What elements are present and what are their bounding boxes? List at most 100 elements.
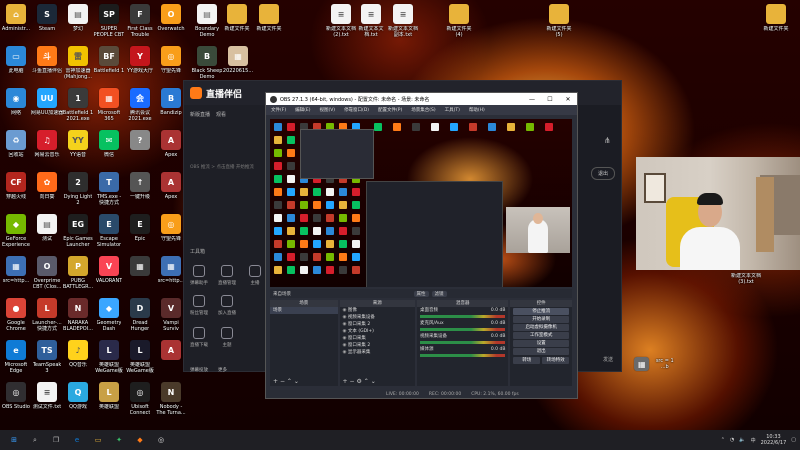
up-icon[interactable]: ⌃ [364, 378, 369, 385]
notification-icon[interactable]: ▢ [791, 437, 796, 443]
volume-icon[interactable]: 🔈 [739, 437, 745, 443]
network-tray-icon[interactable]: ◔ [730, 437, 734, 443]
preview-icon [274, 123, 282, 131]
minimize-icon[interactable]: — [523, 96, 541, 103]
netease-music-icon: ♫ [37, 130, 57, 150]
properties-button[interactable]: 属性 [413, 290, 429, 297]
ime-icon[interactable]: 中 [751, 437, 756, 444]
volume-meter[interactable] [420, 354, 506, 357]
filters-button[interactable]: 滤镜 [431, 290, 447, 297]
transition-button[interactable]: 转场 [513, 357, 541, 364]
tool-theme[interactable]: 主题 [214, 327, 240, 348]
boundary-demo-icon: ▤ [197, 4, 217, 24]
obs-window[interactable]: OBS 27.1.3 (64-bit, windows) - 配置文件: 未命名… [265, 92, 578, 399]
desktop-icon[interactable]: 新建文件夹 [250, 2, 288, 48]
source-item[interactable]: ◉ 显示器采集 [340, 349, 415, 356]
control-button[interactable]: 启动虚拟摄像机 [513, 324, 569, 331]
battlefield-icon: 1 [68, 88, 88, 108]
scenes-dock[interactable]: 场景 场景 + − ⌃ ⌄ [270, 300, 338, 386]
search-icon[interactable]: ⌕ [28, 433, 42, 447]
add-icon[interactable]: + [273, 378, 278, 385]
tab-watch[interactable]: 观看 [216, 111, 226, 118]
desktop-icon[interactable]: 新建文件夹 (5) [540, 2, 578, 48]
control-button[interactable]: 工作室模式 [513, 332, 569, 339]
preview-icon [274, 266, 282, 274]
volume-meter[interactable] [420, 328, 506, 331]
share-icon[interactable]: ⋔ [604, 136, 613, 145]
source-item[interactable]: ◉ 窗口采集 2 [340, 342, 415, 349]
down-icon[interactable]: ⌄ [294, 378, 299, 385]
start-icon[interactable]: ⊞ [7, 433, 21, 447]
tool-danmaku[interactable]: 弹幕助手 [186, 265, 212, 286]
obs-menu-item[interactable]: 场景集合(S) [411, 107, 435, 113]
file-explorer-icon[interactable]: ▭ [91, 433, 105, 447]
edge-icon[interactable]: e [70, 433, 84, 447]
obs-menu-item[interactable]: 帮助(H) [469, 107, 485, 113]
desktop-icon[interactable]: ▦ src = 1 ...b [634, 340, 678, 386]
down-icon[interactable]: ⌄ [371, 378, 376, 385]
control-button[interactable]: 退出 [513, 348, 569, 355]
obs-menu-item[interactable]: 配置文件(P) [378, 107, 402, 113]
add-icon[interactable]: + [343, 378, 348, 385]
source-item[interactable]: ◉ 视频采集设备 [340, 314, 415, 321]
chevron-up-icon[interactable]: ⌃ [721, 437, 725, 443]
preview-icon [393, 123, 401, 131]
remove-icon[interactable]: − [280, 378, 285, 385]
source-item[interactable]: ◉ 文本 (GDI+) [340, 328, 415, 335]
desktop-icon[interactable]: 新建文件夹 (4) [440, 2, 478, 48]
gear-icon[interactable]: ⚙ [356, 378, 361, 385]
sources-list: ◉ 图像 ◉ 视频采集设备 ◉ 窗口采集 2 ◉ 文本 (GDI+) ◉ 窗口采集 ◉ 窗… [340, 307, 415, 356]
app-orange-icon[interactable]: ◆ [133, 433, 147, 447]
mixer-track[interactable]: 视频采集设备 0.0 dB [417, 333, 508, 340]
control-button[interactable]: 停止推流 [513, 308, 569, 315]
obs-icon[interactable]: ◎ [154, 433, 168, 447]
exit-button[interactable]: 退出 [591, 167, 615, 180]
controls-dock[interactable]: 控件 停止推流 开始录制 启动虚拟摄像机 工作室模式 设置 退出 转场 转场特效 [510, 300, 572, 386]
obs-menu-item[interactable]: 文件(F) [271, 107, 286, 113]
volume-meter[interactable] [420, 341, 506, 344]
obs-preview[interactable] [270, 119, 572, 287]
source-item[interactable]: ◉ 图像 [340, 307, 415, 314]
source-item[interactable]: ◉ 窗口采集 2 [340, 321, 415, 328]
tool-fans[interactable]: 粉丝管理 [186, 295, 212, 316]
send-button[interactable]: 发送 [603, 356, 613, 363]
maximize-icon[interactable]: ☐ [541, 96, 559, 103]
close-icon[interactable]: ✕ [559, 96, 577, 103]
obs-menu-item[interactable]: 视图(V) [319, 107, 335, 113]
tool-download[interactable]: 直播下载 [186, 327, 212, 348]
tool-join[interactable]: 加入直播 [214, 295, 240, 316]
mixer-dock[interactable]: 混音器 桌面音频 0.0 dB 麦克风/Aux 0.0 dB 视频采集设备 0.0 dB 媒… [417, 300, 509, 386]
desktop-icon[interactable]: N Nobody - The Turna... [152, 380, 190, 426]
desktop-icon-label: 英雄联盟 WeGame版 [95, 362, 123, 374]
remove-icon[interactable]: − [350, 378, 355, 385]
source-item[interactable]: ◉ 窗口采集 [340, 335, 415, 342]
obs-menu-item[interactable]: 编辑(E) [295, 107, 310, 113]
control-button[interactable]: 设置 [513, 340, 569, 347]
desktop-icon[interactable]: O Overwatch [152, 2, 190, 48]
control-button[interactable]: 开始录制 [513, 316, 569, 323]
link-more[interactable]: 更多 [218, 367, 227, 373]
obs-titlebar[interactable]: OBS 27.1.3 (64-bit, windows) - 配置文件: 未命名… [266, 93, 577, 105]
app-green-icon[interactable]: ✦ [112, 433, 126, 447]
desktop-icon[interactable]: 新建文本文档 (3).txt [724, 271, 768, 317]
obs-menu-item[interactable]: 工具(T) [445, 107, 460, 113]
obs-menu-item[interactable]: 停靠窗口(D) [344, 107, 369, 113]
up-icon[interactable]: ⌃ [287, 378, 292, 385]
tool-manage[interactable]: 直播管理 [214, 265, 240, 286]
mixer-track[interactable]: 媒体源 0.0 dB [417, 346, 508, 353]
desktop-icon-label: 测试文件.txt [32, 404, 62, 410]
task-view-icon[interactable]: ❐ [49, 433, 63, 447]
transition-effect-button[interactable]: 转场特效 [542, 357, 569, 364]
sources-dock[interactable]: 来源 ◉ 图像 ◉ 视频采集设备 ◉ 窗口采集 2 ◉ 文本 (GDI+) ◉ 窗口采集… [339, 300, 416, 386]
clock[interactable]: 10:33 2022/6/17 [761, 434, 787, 446]
preview-icon [352, 227, 360, 235]
desktop-icon[interactable]: 新建文件夹 [757, 2, 795, 48]
volume-meter[interactable] [420, 315, 506, 318]
scene-item[interactable]: 场景 [270, 307, 338, 314]
tab-new-live[interactable]: 新版直播 [190, 111, 210, 118]
mixer-track[interactable]: 桌面音频 0.0 dB [417, 307, 508, 314]
valorant-icon: V [99, 256, 119, 276]
mixer-track[interactable]: 麦克风/Aux 0.0 dB [417, 320, 508, 327]
link-danmaku[interactable]: 弹幕投放 [190, 367, 208, 373]
desktop-icon[interactable]: ≡ 新建文本文档 副本.txt [384, 2, 422, 48]
